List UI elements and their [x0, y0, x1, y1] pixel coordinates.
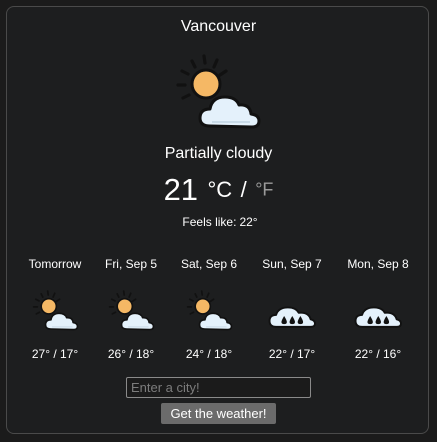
partly-cloudy-icon: [32, 290, 79, 331]
partly-cloudy-icon: [176, 54, 261, 129]
feels-like-value: 22°: [239, 215, 258, 229]
partly-cloudy-icon: [186, 290, 233, 331]
city-search-input[interactable]: [126, 377, 311, 398]
forecast-day-name: Mon, Sep 8: [347, 257, 409, 271]
forecast-day: Tomorrow 27° / 17°: [15, 256, 95, 361]
forecast-day-name: Fri, Sep 5: [104, 257, 158, 271]
forecast-day: Fri, Sep 5 26° / 18°: [91, 256, 171, 361]
get-weather-button[interactable]: Get the weather!: [161, 403, 276, 424]
weather-description: Partially cloudy: [164, 145, 273, 162]
forecast-temps: 24° / 18°: [185, 347, 233, 361]
forecast-temps: 26° / 18°: [107, 347, 155, 361]
forecast-day: Sat, Sep 6 24° / 18°: [169, 256, 249, 361]
weather-card: Vancouver Partially cloudy 21 °C / °F Fe…: [6, 6, 429, 434]
rain-cloud-icon: [268, 306, 316, 328]
partly-cloudy-icon: [108, 290, 155, 331]
forecast-temps: 22° / 17°: [268, 347, 316, 361]
feels-like: Feels like: 22°: [7, 215, 430, 229]
forecast-day-name: Tomorrow: [28, 257, 82, 271]
forecast-temps: 27° / 17°: [31, 347, 79, 361]
forecast-day: Sun, Sep 7 22° / 17°: [252, 256, 332, 361]
forecast-day-name: Sun, Sep 7: [262, 257, 322, 271]
temperature-value: 21: [163, 172, 199, 207]
forecast-day-name: Sat, Sep 6: [180, 257, 238, 271]
celsius-unit[interactable]: °C: [208, 177, 233, 202]
city-name: Vancouver: [180, 18, 257, 35]
current-temperature: 21 °C / °F: [7, 172, 430, 208]
forecast-day: Mon, Sep 8 22° / 16°: [338, 256, 418, 361]
unit-separator: /: [240, 177, 247, 202]
rain-cloud-icon: [354, 306, 402, 328]
fahrenheit-toggle[interactable]: °F: [255, 180, 273, 200]
feels-like-label: Feels like:: [182, 215, 237, 229]
forecast-temps: 22° / 16°: [354, 347, 402, 361]
